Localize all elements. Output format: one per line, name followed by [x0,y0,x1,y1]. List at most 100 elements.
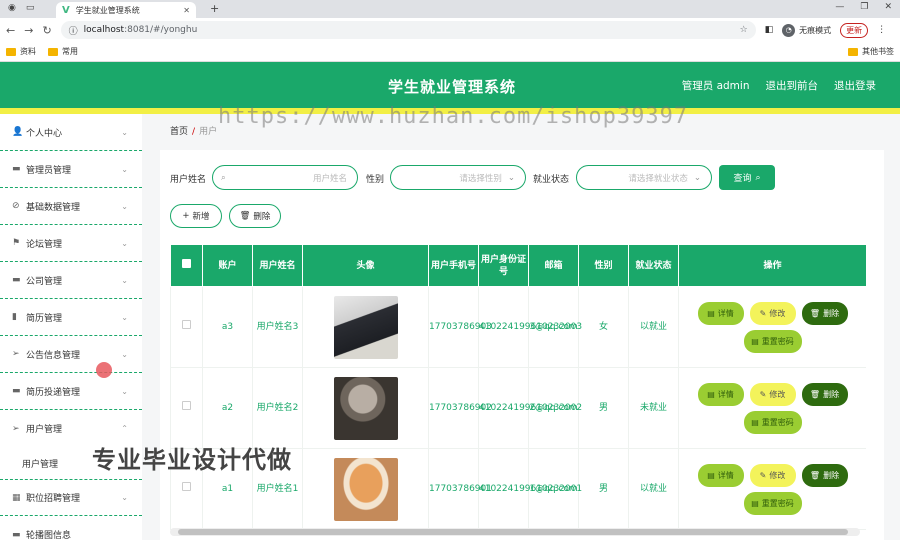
avatar [333,376,398,440]
status-select[interactable]: 请选择就业状态 ⌄ [576,165,712,190]
sidebar-item-label: 公司管理 [26,276,63,287]
row-checkbox[interactable] [182,482,191,491]
back-icon[interactable]: ← [6,24,15,37]
sidebar-item-label: 基础数据管理 [26,202,81,213]
reset-password-button[interactable]: ▤ 重置密码 [743,491,802,515]
avatar [333,295,398,359]
user-table: 账户 用户姓名 头像 用户手机号 用户身份证号 邮箱 性别 就业状态 操作 a3… [170,244,866,534]
edit-button[interactable]: ✎ 修改 [749,382,796,406]
reset-password-button[interactable]: ▤ 重置密码 [743,410,802,434]
main-content: 首页 / 用户 用户姓名 ⌕ 用户姓名 性别 请选择性别 ⌄ 就业状态 请选择就业状态… [142,114,900,540]
bookmark-folder-2[interactable]: 常用 [48,46,78,57]
sidebar-item-jobs[interactable]: ▦ 职位招聘管理 ⌄ [0,479,142,516]
edit-button[interactable]: ✎ 修改 [749,463,796,487]
edit-icon: ✎ [759,389,767,399]
url-path: :8081/#/yonghu [124,25,198,35]
sidebar-item-notice[interactable]: ➢ 公告信息管理 ⌄ [0,336,142,373]
reload-icon[interactable]: ↻ [42,24,51,37]
breadcrumb-current: 用户 [199,127,218,137]
detail-label: 详情 [717,308,734,318]
folder-icon [848,47,858,56]
admin-user-link[interactable]: 管理员 admin [682,78,750,93]
search-icon: ⌕ [755,172,761,183]
cell-actions: ▤ 详情 ✎ 修改 🗑 删除 ▤ 重置密码 [678,367,866,449]
row-delete-button[interactable]: 🗑 删除 [801,382,848,406]
forward-icon[interactable]: → [24,24,33,37]
name-search-input[interactable]: ⌕ 用户姓名 [212,165,358,190]
flag-icon: ⚑ [12,238,21,248]
exit-to-frontend-link[interactable]: 退出到前台 [766,78,819,93]
sidebar-item-label: 个人中心 [26,128,63,139]
select-all-checkbox[interactable] [182,259,191,268]
other-bookmarks-label: 其他书签 [862,47,894,56]
sidebar-item-label: 管理员管理 [26,165,72,176]
content-panel: 用户姓名 ⌕ 用户姓名 性别 请选择性别 ⌄ 就业状态 请选择就业状态 ⌄ 查询 ⌕ … [160,150,884,540]
row-delete-button[interactable]: 🗑 删除 [801,463,848,487]
row-delete-button[interactable]: 🗑 删除 [801,301,848,325]
sidebar-item-carousel[interactable]: ▬ 轮播图信息 [0,516,142,553]
info-icon[interactable]: ⓘ [69,24,78,37]
add-button[interactable]: + 新增 [170,204,222,228]
sidebar-item-base-data[interactable]: ⊘ 基础数据管理 ⌄ [0,188,142,225]
update-button[interactable]: 更新 [840,22,869,38]
row-checkbox[interactable] [182,320,191,329]
query-button[interactable]: 查询 ⌕ [719,165,775,190]
tab-title: 学生就业管理系统 [75,5,140,15]
cell-phone: 17703786901 [428,448,492,530]
browser-tab[interactable]: V 学生就业管理系统 ✕ [56,2,196,18]
gender-select[interactable]: 请选择性别 ⌄ [390,165,526,190]
sidebar: 👤 个人中心 ⌄ ▬ 管理员管理 ⌄ ⊘ 基础数据管理 ⌄ ⚑ 论坛管理 ⌄ ▬ 公司管理 ⌄ ▮ 简… [0,114,142,541]
doc-icon: ▤ [751,417,759,427]
sidebar-item-forum[interactable]: ⚑ 论坛管理 ⌄ [0,225,142,262]
incognito-indicator[interactable]: ◔ 无痕模式 [782,23,832,37]
cell-name: 用户姓名3 [252,286,303,368]
detail-button[interactable]: ▤ 详情 [697,463,744,487]
row-checkbox[interactable] [182,401,191,410]
reset-label: 重置密码 [761,336,794,346]
tab-list-icon[interactable]: ▭ [26,3,35,13]
sidepanel-icon[interactable]: ◧ [765,25,774,35]
cell-avatar [302,448,429,530]
chevron-down-icon: ⌄ [121,164,128,174]
bookmark-folder-1[interactable]: 资料 [6,46,36,57]
logout-link[interactable]: 退出登录 [834,78,876,93]
detail-button[interactable]: ▤ 详情 [697,301,744,325]
scrollbar-thumb[interactable] [178,529,848,535]
breadcrumb-home[interactable]: 首页 [170,127,188,137]
incognito-icon: ◔ [782,23,796,37]
sidebar-item-profile[interactable]: 👤 个人中心 ⌄ [0,114,142,151]
sidebar-item-admin[interactable]: ▬ 管理员管理 ⌄ [0,151,142,188]
sidebar-item-resume-delivery[interactable]: ▬ 简历投递管理 ⌄ [0,373,142,410]
app-header: 学生就业管理系统 管理员 admin 退出到前台 退出登录 [0,62,900,108]
globe-icon[interactable]: ◉ [8,3,16,13]
new-tab-icon[interactable]: + [210,2,219,15]
address-bar[interactable]: ⓘ localhost:8081/#/yonghu ☆ [60,21,756,39]
chevron-down-icon: ⌄ [121,349,128,359]
reset-password-button[interactable]: ▤ 重置密码 [743,329,802,353]
bookmark-star-icon[interactable]: ☆ [740,25,748,35]
doc-icon: ▤ [707,389,715,399]
minimize-icon[interactable]: — [835,2,844,12]
detail-label: 详情 [717,389,734,399]
edit-button[interactable]: ✎ 修改 [749,301,796,325]
delete-button[interactable]: 🗑 删除 [229,204,281,228]
table-header-row: 账户 用户姓名 头像 用户手机号 用户身份证号 邮箱 性别 就业状态 操作 [170,244,866,287]
cell-gender: 男 [578,367,629,449]
promo-watermark: 专业毕业设计代做 [92,446,292,474]
chevron-down-icon: ⌄ [121,238,128,248]
cell-email: 1@qq.com [528,448,579,530]
restore-icon[interactable]: ❐ [860,2,868,12]
close-window-icon[interactable]: ✕ [884,2,892,12]
detail-button[interactable]: ▤ 详情 [697,382,744,406]
menu-icon[interactable]: ⋮ [877,25,886,35]
sidebar-item-company[interactable]: ▬ 公司管理 ⌄ [0,262,142,299]
search-icon: ⌕ [221,172,226,183]
sidebar-item-resume[interactable]: ▮ 简历管理 ⌄ [0,299,142,336]
incognito-label: 无痕模式 [799,25,832,35]
row-checkbox-cell [170,367,203,449]
horizontal-scrollbar[interactable] [170,528,860,536]
user-icon: 👤 [12,127,24,137]
cell-idcard: 410224199610232003 [478,286,582,368]
other-bookmarks[interactable]: 其他书签 [848,46,894,57]
close-tab-icon[interactable]: ✕ [183,6,190,15]
